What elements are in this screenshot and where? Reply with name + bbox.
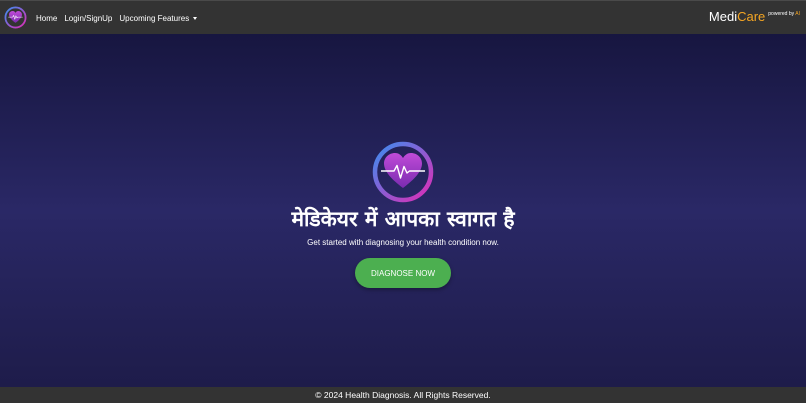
brand-powered-by: powered by AI <box>768 11 800 17</box>
brand-medi: Medi <box>708 9 738 24</box>
footer-copyright: © 2024 Health Diagnosis. All Rights Rese… <box>315 390 491 400</box>
nav-upcoming-features-dropdown[interactable]: Upcoming Features <box>119 13 198 23</box>
footer: © 2024 Health Diagnosis. All Rights Rese… <box>0 387 806 403</box>
brand-care: Care <box>737 9 766 24</box>
heartbeat-icon <box>372 141 434 203</box>
nav-home-link[interactable]: Home <box>36 14 57 23</box>
nav-links: Home Login/SignUp Upcoming Features <box>36 1 198 35</box>
page-title: मेडिकेयर में आपका स्वागत है <box>291 207 515 231</box>
navbar: Home Login/SignUp Upcoming Features Medi… <box>0 0 806 34</box>
caret-down-icon <box>193 16 198 20</box>
nav-login-signup-link[interactable]: Login/SignUp <box>64 14 112 23</box>
brand-ai: AI <box>795 11 800 17</box>
heartbeat-icon[interactable] <box>4 6 27 29</box>
brand-logo[interactable]: Medi Care powered by AI <box>709 9 800 24</box>
hero-section: मेडिकेयर में आपका स्वागत है Get started … <box>0 34 806 387</box>
brand-powered-prefix: powered by <box>768 11 795 17</box>
nav-upcoming-features-label: Upcoming Features <box>119 13 190 23</box>
hero-subtitle: Get started with diagnosing your health … <box>307 238 499 247</box>
diagnose-now-button[interactable]: DIAGNOSE NOW <box>355 258 451 288</box>
